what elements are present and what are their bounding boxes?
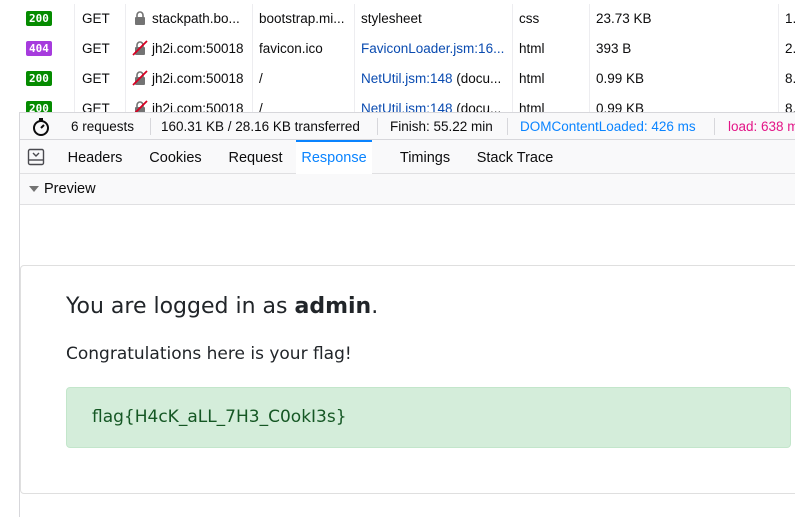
duration-cell: 8. [785,71,795,86]
domain-cell: jh2i.com:50018 [126,34,253,64]
initiator-cell: FaviconLoader.jsm:16... [355,34,513,64]
method-cell: GET [75,94,126,112]
stopwatch-icon[interactable] [31,117,51,137]
tab-cookies[interactable]: Cookies [140,140,211,173]
transferred-cell: 23.73 KB [590,4,779,34]
summary-finish: Finish: 55.22 min [390,119,493,134]
status-cell: 200 [20,64,75,94]
logged-in-suffix: . [371,294,379,319]
response-preview: You are logged in as admin. Congratulati… [20,206,795,517]
initiator-text: (docu... [452,71,502,86]
domain-text: jh2i.com:50018 [152,41,244,56]
initiator-cell: NetUtil.jsm:148 (docu... [355,64,513,94]
request-row[interactable]: 404 GET jh2i.com:50018 favicon.ico FaviconLo… [0,34,795,64]
domain-text: stackpath.bo... [152,11,240,26]
summary-transferred: 160.31 KB / 28.16 KB transferred [161,119,360,134]
request-row[interactable]: 200 GET stackpath.bo... bootstrap.mi... styl… [0,4,795,34]
panel-toggle-icon[interactable] [27,148,45,166]
tab-timings[interactable]: Timings [389,140,461,173]
duration-cell: 2. [785,41,795,56]
file-cell: / [253,94,355,112]
file-cell: bootstrap.mi... [253,4,355,34]
tab-stack-trace[interactable]: Stack Trace [470,140,560,173]
initiator-cell: NetUtil.jsm:148 (docu... [355,94,513,112]
tab-request[interactable]: Request [219,140,292,173]
flag-alert: flag{H4cK_aLL_7H3_C0okI3s} [66,387,791,448]
file-cell: / [253,64,355,94]
summary-bar: 6 requests 160.31 KB / 28.16 KB transfer… [20,112,795,140]
lock-icon [135,11,145,26]
request-table: 200 GET stackpath.bo... bootstrap.mi... styl… [0,0,795,112]
type-cell: css [513,4,590,34]
duration-cell: 1. [785,11,795,26]
transferred-cell: 393 B [590,34,779,64]
status-badge: 200 [26,70,52,86]
transferred-cell: 0.99 KB [590,64,779,94]
congrats-text: Congratulations here is your flag! [66,344,352,364]
collapse-triangle-icon [29,186,39,192]
request-row[interactable]: 200 GET jh2i.com:50018/NetUtil.jsm:148 (do… [0,64,795,94]
type-cell: html [513,64,590,94]
summary-load: load: 638 ms [728,119,795,134]
domain-cell: jh2i.com:50018 [126,94,253,112]
status-badge: 200 [26,10,52,26]
preview-section-toggle[interactable]: Preview [20,174,795,205]
duration-cell: 8. [785,101,795,112]
summary-request-count: 6 requests [71,119,135,134]
devtools-network-panel: 200 GET stackpath.bo... bootstrap.mi... styl… [0,0,795,517]
type-cell: html [513,94,590,112]
initiator-cell: stylesheet [355,4,513,34]
file-cell: favicon.ico [253,34,355,64]
status-badge: 404 [26,40,52,56]
method-cell: GET [75,64,126,94]
details-tabbar: Headers Cookies Request Response Timings… [20,140,795,174]
type-cell: html [513,34,590,64]
initiator-link[interactable]: FaviconLoader.jsm:16... [361,41,504,56]
page-card: You are logged in as admin. Congratulati… [20,265,795,494]
summary-dom-content-loaded: DOMContentLoaded: 426 ms [520,119,696,134]
status-cell: 200 [20,4,75,34]
domain-text: jh2i.com:50018 [152,71,244,86]
domain-cell: jh2i.com:50018 [126,64,253,94]
method-cell: GET [75,34,126,64]
request-row[interactable]: 200 GET jh2i.com:50018/NetUtil.jsm:148 (do… [0,94,795,112]
initiator-text: (docu... [452,101,502,112]
method-cell: GET [75,4,126,34]
status-badge: 200 [26,100,52,112]
insecure-icon [135,100,148,112]
transferred-cell: 0.99 KB [590,94,779,112]
preview-label: Preview [44,181,96,197]
status-cell: 404 [20,34,75,64]
status-cell: 200 [20,94,75,112]
logged-in-prefix: You are logged in as [66,294,295,319]
tab-headers[interactable]: Headers [58,140,132,173]
insecure-icon [132,70,148,87]
initiator-link[interactable]: NetUtil.jsm:148 [361,71,453,86]
logged-in-user: admin [294,294,372,319]
logged-in-heading: You are logged in as admin. [66,294,378,319]
insecure-icon [132,40,148,57]
domain-cell: stackpath.bo... [126,4,253,34]
tab-response[interactable]: Response [296,140,372,174]
domain-text: jh2i.com:50018 [152,101,244,112]
initiator-link[interactable]: NetUtil.jsm:148 [361,101,453,112]
initiator-text: stylesheet [361,11,422,26]
